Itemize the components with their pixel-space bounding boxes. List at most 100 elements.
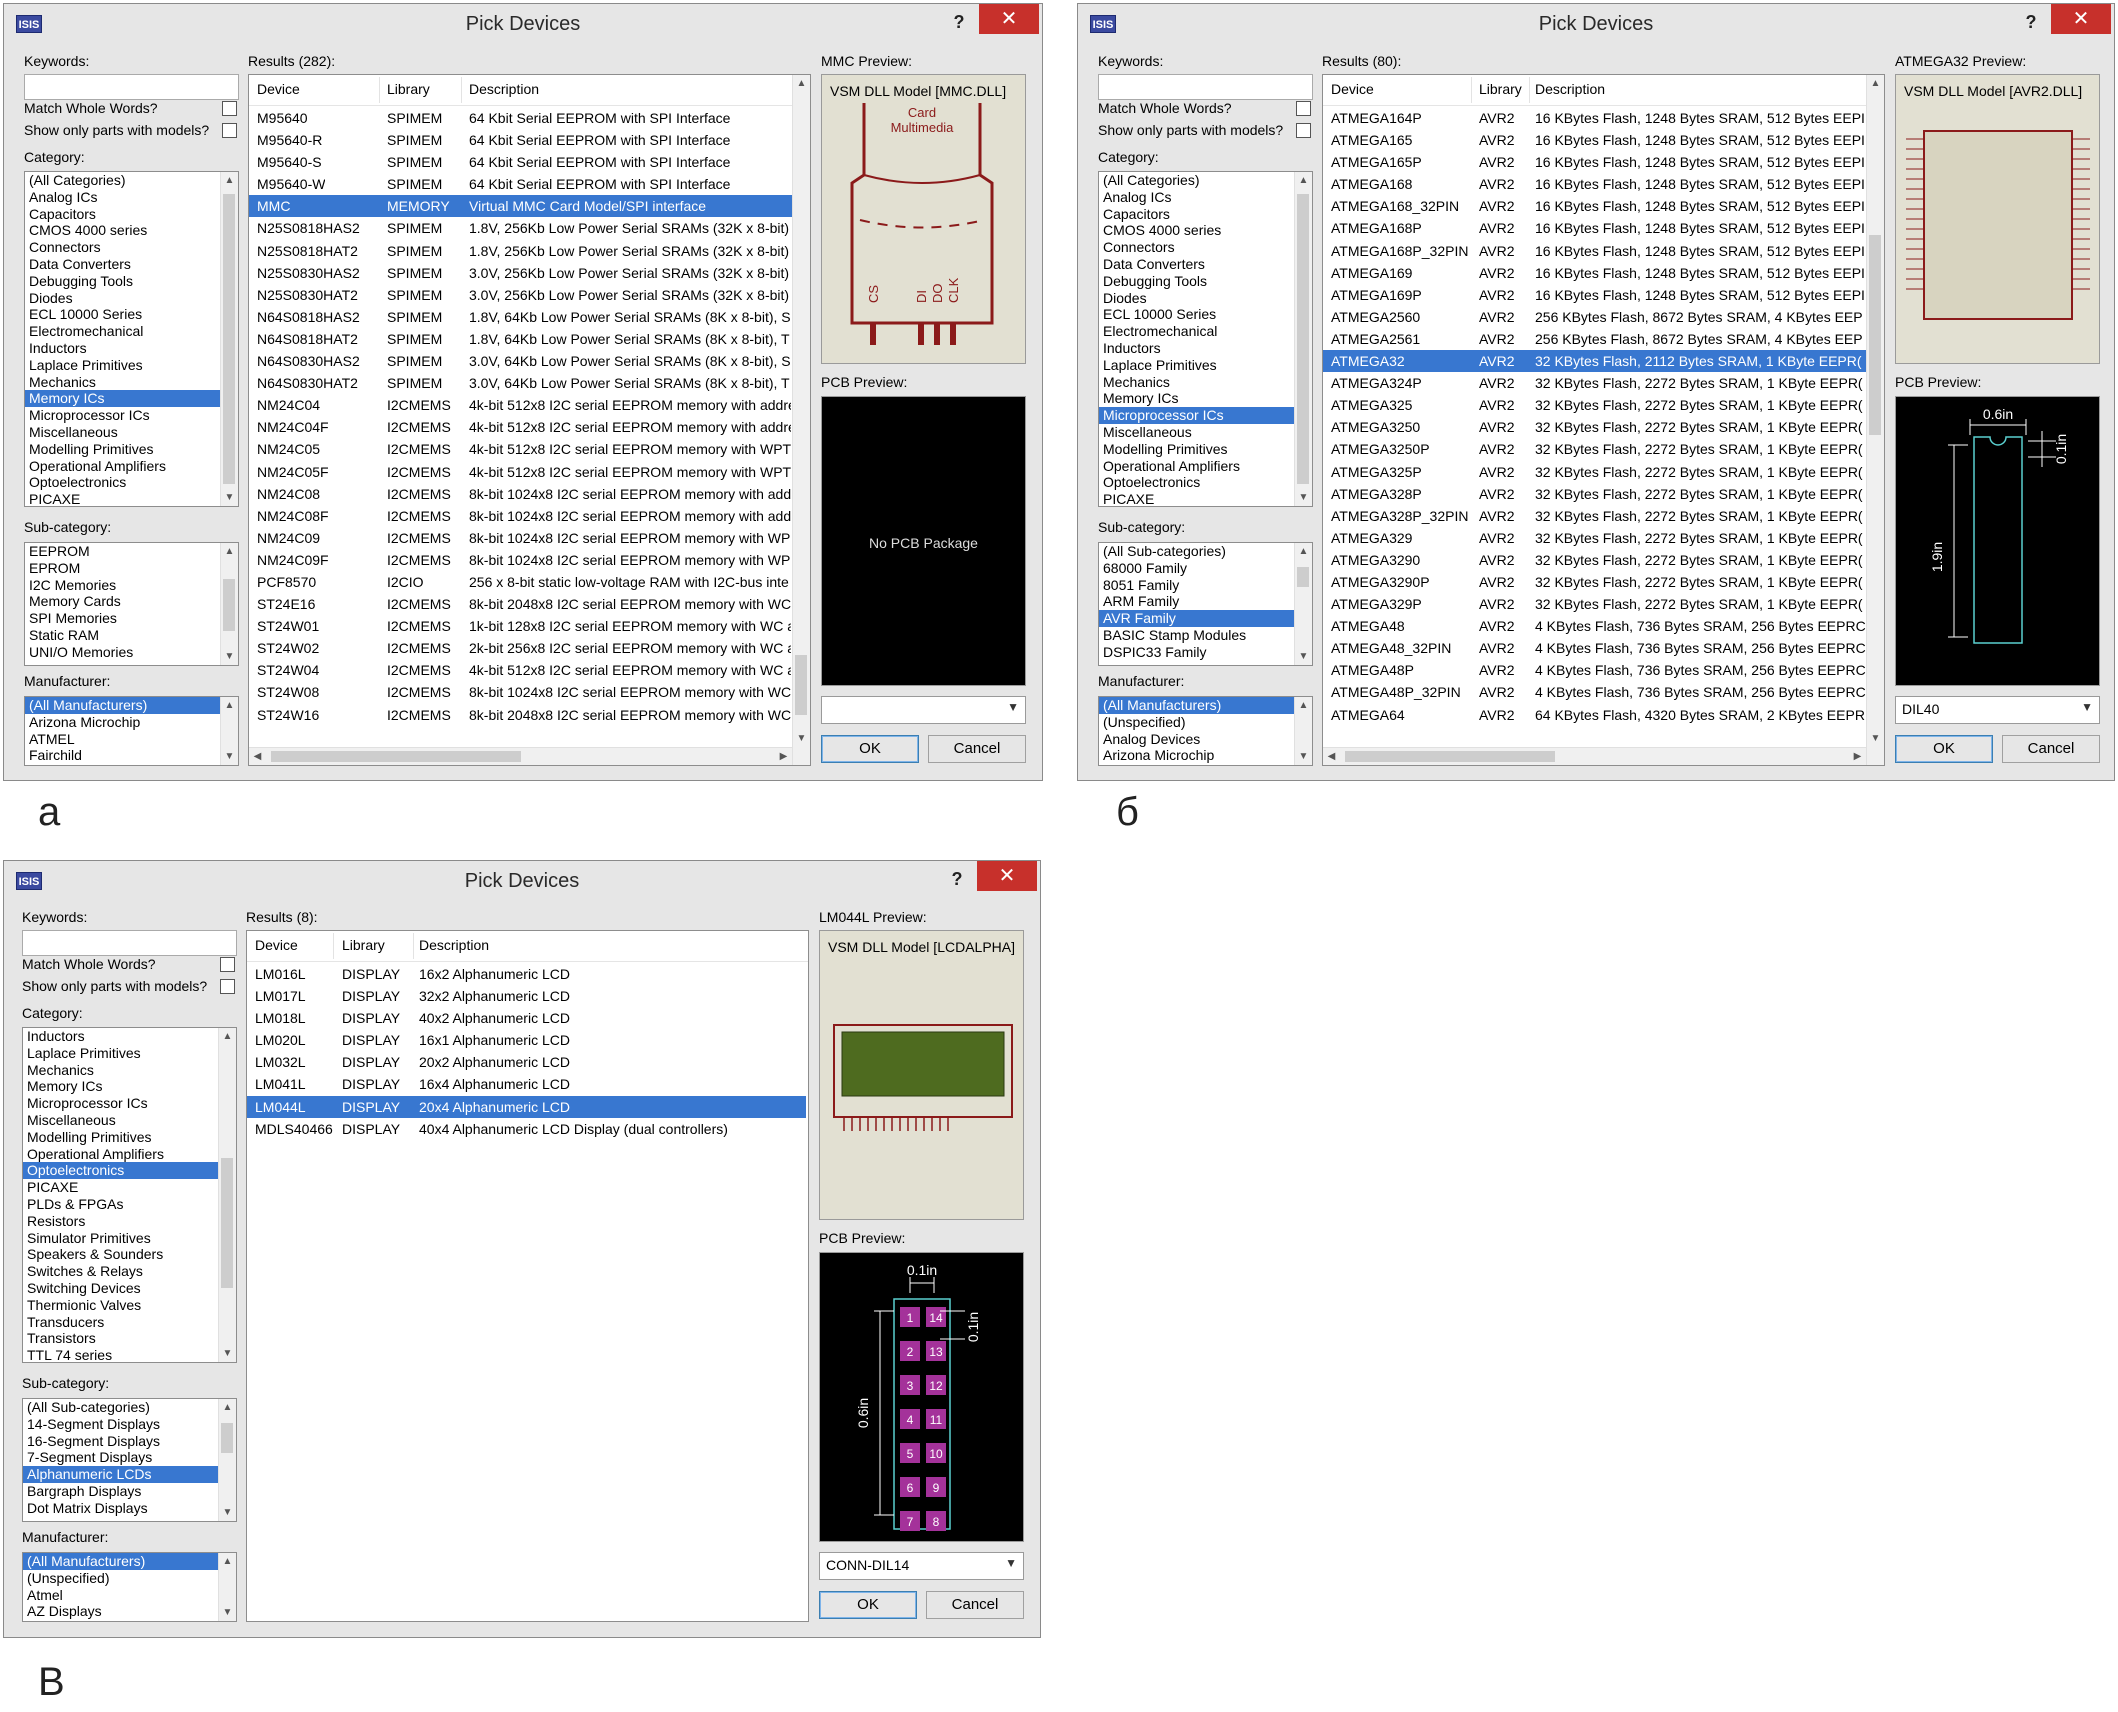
scroll-up-icon[interactable]: ▲ [221,172,238,189]
table-row[interactable]: LM044L DISPLAY 20x4 Alphanumeric LCD [247,1095,806,1118]
list-item[interactable]: Transducers [23,1314,236,1331]
list-item[interactable]: EPROM [25,560,238,577]
scroll-left-icon[interactable]: ◀ [249,748,266,765]
table-row[interactable]: ST24W02 I2CMEMS 2k-bit 256x8 I2C serial EE… [249,637,792,659]
list-item[interactable]: Simulator Primitives [23,1230,236,1247]
table-row[interactable]: ATMEGA2560 AVR2 256 KBytes Flash, 8672 Byt… [1323,306,1866,328]
table-row[interactable]: NM24C08F I2CMEMS 8k-bit 1024x8 I2C serial … [249,505,792,527]
list-item[interactable]: Capacitors [1099,206,1312,223]
list-item[interactable]: Switching Devices [23,1280,236,1297]
table-row[interactable]: LM020L DISPLAY 16x1 Alphanumeric LCD [247,1029,806,1051]
table-row[interactable]: ATMEGA3290 AVR2 32 KBytes Flash, 2272 Byte… [1323,549,1866,571]
cancel-button[interactable]: Cancel [928,735,1026,763]
list-item[interactable]: Optoelectronics [25,474,238,491]
close-button[interactable]: ✕ [977,861,1037,891]
table-row[interactable]: ATMEGA2561 AVR2 256 KBytes Flash, 8672 Byt… [1323,328,1866,350]
category-list[interactable]: (All Categories) Analog ICs Capacitors CMOS… [24,171,239,507]
table-row[interactable]: NM24C04 I2CMEMS 4k-bit 512x8 I2C serial EE… [249,394,792,416]
table-row[interactable]: ATMEGA165P AVR2 16 KBytes Flash, 1248 Byte… [1323,151,1866,173]
scroll-down-icon[interactable]: ▼ [219,1504,236,1521]
subcategory-scrollbar[interactable]: ▲ ▼ [220,543,238,665]
list-item[interactable]: Modelling Primitives [1099,441,1312,458]
table-row[interactable]: LM032L DISPLAY 20x2 Alphanumeric LCD [247,1051,806,1073]
cancel-button[interactable]: Cancel [2002,735,2100,763]
table-row[interactable]: ST24W04 I2CMEMS 4k-bit 512x8 I2C serial EE… [249,659,792,681]
list-item[interactable]: UNI/O Memories [25,644,238,661]
scroll-up-icon[interactable]: ▲ [221,543,238,560]
list-item[interactable]: Debugging Tools [25,273,238,290]
list-item[interactable]: I2C Memories [25,577,238,594]
table-row[interactable]: ATMEGA48 AVR2 4 KBytes Flash, 736 Bytes SR… [1323,615,1866,637]
list-item[interactable]: Dot Matrix Displays [23,1500,236,1517]
table-row[interactable]: M95640 SPIMEM 64 Kbit Serial EEPROM with S… [249,107,792,129]
list-item[interactable]: Operational Amplifiers [1099,458,1312,475]
list-item[interactable]: Microprocessor ICs [1099,407,1312,424]
table-row[interactable]: MDLS40466 DISPLAY 40x4 Alphanumeric LCD Di… [247,1118,806,1140]
scroll-right-icon[interactable]: ▶ [1849,748,1866,765]
table-row[interactable]: ATMEGA32 AVR2 32 KBytes Flash, 2112 Bytes … [1323,350,1866,373]
list-item[interactable]: EEPROM [25,543,238,560]
category-scrollbar[interactable]: ▲ ▼ [1294,172,1312,506]
list-item[interactable]: Optoelectronics [23,1162,236,1180]
list-item[interactable]: (All Manufacturers) [23,1553,236,1570]
close-button[interactable]: ✕ [2051,4,2111,34]
table-row[interactable]: N25S0818HAS2 SPIMEM 1.8V, 256Kb Low Power … [249,217,792,239]
list-item[interactable]: CMOS 4000 series [1099,222,1312,239]
col-device[interactable]: Device [257,81,300,97]
subcategory-scrollbar[interactable]: ▲ ▼ [218,1399,236,1521]
col-device[interactable]: Device [255,937,298,953]
category-list[interactable]: (All Categories) Analog ICs Capacitors CMOS… [1098,171,1313,507]
list-item[interactable]: Inductors [1099,340,1312,357]
list-item[interactable]: Speakers & Sounders [23,1246,236,1263]
table-row[interactable]: ST24E16 I2CMEMS 8k-bit 2048x8 I2C serial E… [249,593,792,615]
list-item[interactable]: Miscellaneous [25,424,238,441]
list-item[interactable]: Data Converters [25,256,238,273]
table-row[interactable]: ATMEGA48_32PIN AVR2 4 KBytes Flash, 736 By… [1323,637,1866,659]
table-row[interactable]: ATMEGA324P AVR2 32 KBytes Flash, 2272 Byte… [1323,372,1866,394]
table-row[interactable]: ST24W16 I2CMEMS 8k-bit 2048x8 I2C serial E… [249,704,792,726]
scroll-down-icon[interactable]: ▼ [219,1345,236,1362]
list-item[interactable]: Miscellaneous [1099,424,1312,441]
list-item[interactable]: Analog Devices [1099,731,1312,748]
list-item[interactable]: 8051 Family [1099,577,1312,594]
list-item[interactable]: TTL 74 series [23,1347,236,1362]
list-item[interactable]: Analog ICs [1099,189,1312,206]
list-item[interactable]: DSPIC33 Family [1099,644,1312,661]
list-item[interactable]: (All Categories) [25,172,238,189]
list-item[interactable]: Memory ICs [1099,390,1312,407]
table-row[interactable]: ATMEGA64 AVR2 64 KBytes Flash, 4320 Bytes … [1323,704,1866,726]
list-item[interactable]: Alphanumeric LCDs [23,1466,236,1483]
table-row[interactable]: NM24C04F I2CMEMS 4k-bit 512x8 I2C serial E… [249,416,792,438]
help-button[interactable]: ? [944,8,974,36]
scroll-up-icon[interactable]: ▲ [219,1553,236,1570]
table-row[interactable]: LM018L DISPLAY 40x2 Alphanumeric LCD [247,1007,806,1029]
subcategory-list[interactable]: EEPROM EPROM I2C Memories Memory Cards SPI M… [24,542,239,666]
keywords-input[interactable] [24,74,239,100]
table-row[interactable]: ATMEGA168 AVR2 16 KBytes Flash, 1248 Bytes… [1323,173,1866,195]
col-description[interactable]: Description [1535,81,1605,97]
col-library[interactable]: Library [342,937,385,953]
list-item[interactable]: Arizona Microchip [25,714,238,731]
list-item[interactable]: PICAXE [25,491,238,506]
list-item[interactable]: (All Manufacturers) [1099,697,1312,714]
list-item[interactable]: Inductors [25,340,238,357]
show-models-checkbox[interactable] [220,979,235,994]
scroll-down-icon[interactable]: ▼ [1295,748,1312,765]
scroll-down-icon[interactable]: ▼ [221,648,238,665]
package-select[interactable]: CONN-DIL14 ▼ [819,1552,1024,1580]
table-row[interactable]: N25S0818HAT2 SPIMEM 1.8V, 256Kb Low Power … [249,240,792,262]
list-item[interactable]: Connectors [1099,239,1312,256]
category-scrollbar[interactable]: ▲ ▼ [220,172,238,506]
list-item[interactable]: Electromechanical [25,323,238,340]
table-row[interactable]: ST24W08 I2CMEMS 8k-bit 1024x8 I2C serial E… [249,681,792,703]
list-item[interactable]: Operational Amplifiers [23,1146,236,1163]
list-item[interactable]: AVR Family [1099,610,1312,627]
category-list[interactable]: Inductors Laplace Primitives Mechanics Memo… [22,1027,237,1363]
scroll-up-icon[interactable]: ▲ [219,1399,236,1416]
category-scrollbar[interactable]: ▲ ▼ [218,1028,236,1362]
manufacturer-scrollbar[interactable]: ▲ ▼ [218,1553,236,1621]
table-row[interactable]: ATMEGA165 AVR2 16 KBytes Flash, 1248 Bytes… [1323,129,1866,151]
package-select[interactable]: ▼ [821,696,1026,724]
list-item[interactable]: Switches & Relays [23,1263,236,1280]
results-table[interactable]: Device Library Description M95640 SPIMEM 6… [248,74,811,766]
